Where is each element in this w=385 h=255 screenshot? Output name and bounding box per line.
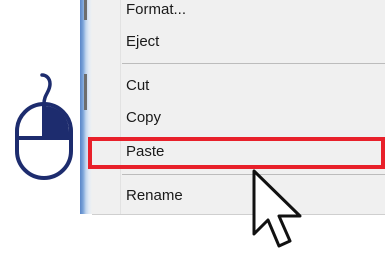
menu-item-rename[interactable]: Rename [92, 180, 385, 212]
desktop-strip-mark [84, 0, 87, 20]
menu-item-copy[interactable]: Copy [92, 102, 385, 134]
menu-item-label: Rename [126, 187, 183, 204]
menu-item-cut[interactable]: Cut [92, 70, 385, 102]
desktop-strip-mark [84, 74, 87, 110]
menu-item-label: Format... [126, 1, 187, 18]
mouse-icon [15, 73, 73, 180]
menu-item-format[interactable]: Format... [92, 0, 385, 26]
menu-item-label: Cut [126, 77, 150, 94]
menu-item-label: Eject [126, 33, 160, 50]
menu-separator [122, 63, 385, 64]
arrow-cursor-icon [252, 169, 302, 248]
paste-highlight-box [88, 137, 385, 169]
context-menu: Format... Eject Cut Copy Paste Rename [92, 0, 385, 215]
menu-item-eject[interactable]: Eject [92, 26, 385, 58]
menu-item-label: Copy [126, 109, 162, 126]
